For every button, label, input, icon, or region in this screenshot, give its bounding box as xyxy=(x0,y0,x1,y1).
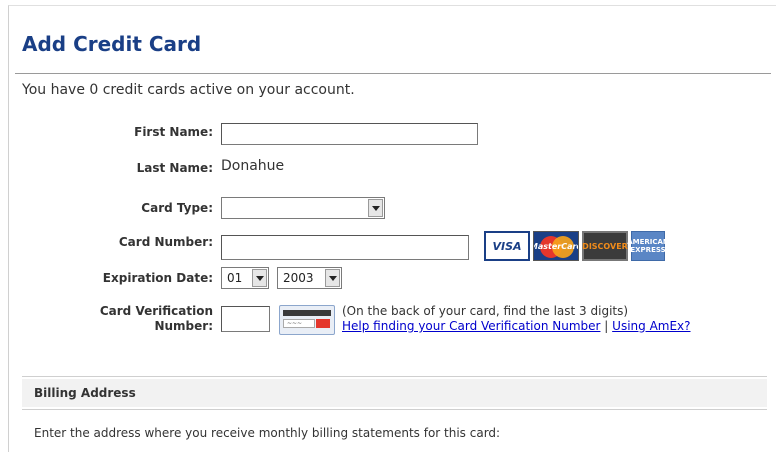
cvv-hint: (On the back of your card, find the last… xyxy=(342,304,629,318)
mastercard-logo: MasterCard xyxy=(533,231,579,261)
amex-logo: AMERICAN EXPRESS xyxy=(627,231,669,261)
page-title: Add Credit Card xyxy=(22,32,202,56)
billing-address-title: Billing Address xyxy=(34,386,136,400)
accepted-cards: VISA MasterCard DISCOVER AMERICAN EXPRES… xyxy=(484,231,669,261)
expiration-date-label: Expiration Date: xyxy=(102,271,213,285)
last-name-value: Donahue xyxy=(221,158,285,174)
title-divider xyxy=(15,73,771,74)
card-back-icon: ~~~ xyxy=(279,305,335,335)
cvv-help-text: (On the back of your card, find the last… xyxy=(342,304,691,334)
card-type-select[interactable] xyxy=(221,197,385,219)
cvv-help-link[interactable]: Help finding your Card Verification Numb… xyxy=(342,319,600,333)
cvv-label-line2: Number: xyxy=(154,319,213,333)
mastercard-logo-text: MasterCard xyxy=(534,241,578,251)
discover-logo: DISCOVER xyxy=(582,231,628,261)
card-number-input[interactable] xyxy=(221,235,469,260)
billing-address-note: Enter the address where you receive mont… xyxy=(34,426,501,440)
expiration-month-value: 01 xyxy=(227,271,243,285)
expiration-month-select[interactable]: 01 xyxy=(221,267,269,289)
section-divider xyxy=(22,376,767,377)
link-separator: | xyxy=(604,319,609,333)
expiration-year-select[interactable]: 2003 xyxy=(277,267,342,289)
chevron-down-icon[interactable] xyxy=(252,269,267,287)
visa-logo-text: VISA xyxy=(492,239,522,253)
cvv-label-line1: Card Verification xyxy=(99,304,213,318)
cvv-input[interactable] xyxy=(221,306,270,332)
card-number-label: Card Number: xyxy=(118,235,213,249)
chevron-down-icon[interactable] xyxy=(325,269,340,287)
expiration-year-value: 2003 xyxy=(283,271,314,285)
amex-help-link[interactable]: Using AmEx? xyxy=(612,319,690,333)
cvv-label: Card Verification Number: xyxy=(60,304,213,334)
section-divider xyxy=(22,409,767,410)
visa-logo: VISA xyxy=(484,231,530,261)
card-type-label: Card Type: xyxy=(141,201,213,215)
last-name-label: Last Name: xyxy=(136,161,213,175)
amex-logo-text: AMERICAN EXPRESS xyxy=(627,238,669,254)
active-cards-message: You have 0 credit cards active on your a… xyxy=(22,82,355,98)
chevron-down-icon[interactable] xyxy=(368,199,383,217)
discover-logo-text: DISCOVER xyxy=(582,241,628,251)
billing-address-header: Billing Address xyxy=(22,379,767,407)
first-name-input[interactable] xyxy=(221,123,478,145)
first-name-label: First Name: xyxy=(134,125,213,139)
